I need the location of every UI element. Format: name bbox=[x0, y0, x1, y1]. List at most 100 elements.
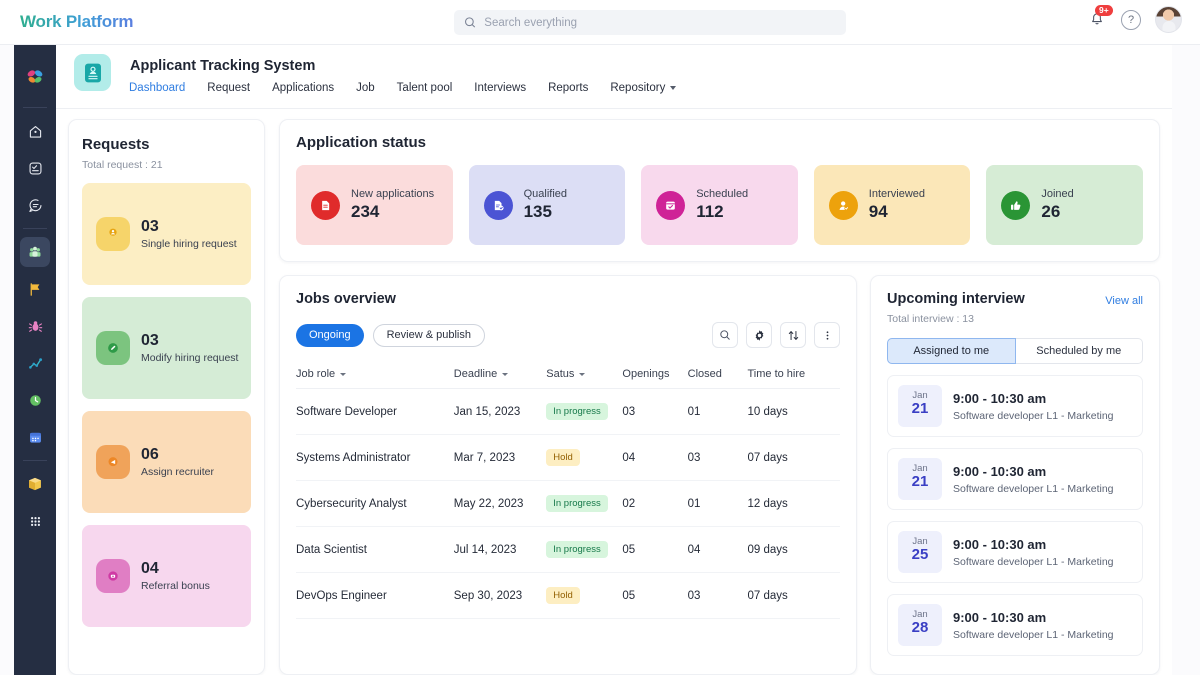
view-all-link[interactable]: View all bbox=[1105, 295, 1143, 307]
request-card-modify-hiring[interactable]: 03 Modify hiring request bbox=[82, 297, 251, 399]
sidebar-item-people[interactable] bbox=[20, 237, 50, 267]
request-count: 04 bbox=[141, 560, 210, 578]
people-icon bbox=[26, 243, 44, 261]
column-status[interactable]: Satus bbox=[546, 360, 622, 389]
segment-assigned-to-me[interactable]: Assigned to me bbox=[887, 338, 1016, 364]
column-deadline[interactable]: Deadline bbox=[454, 360, 546, 389]
interview-day: 25 bbox=[898, 547, 942, 564]
list-item[interactable]: Jan 25 9:00 - 10:30 am Software develope… bbox=[887, 521, 1143, 583]
status-value: 26 bbox=[1041, 202, 1073, 222]
global-search[interactable] bbox=[454, 10, 846, 35]
cell-status: In progress bbox=[546, 527, 622, 573]
status-card-joined[interactable]: Joined 26 bbox=[986, 165, 1143, 245]
sidebar-logo[interactable] bbox=[14, 57, 56, 99]
table-row[interactable]: Data Scientist Jul 14, 2023 In progress … bbox=[296, 527, 840, 573]
gift-icon bbox=[96, 559, 130, 593]
jobs-more-button[interactable] bbox=[814, 322, 840, 348]
tab-dashboard[interactable]: Dashboard bbox=[129, 82, 185, 94]
list-item[interactable]: Jan 21 9:00 - 10:30 am Software develope… bbox=[887, 375, 1143, 437]
tab-reports[interactable]: Reports bbox=[548, 82, 588, 94]
status-value: 135 bbox=[524, 202, 567, 222]
cell-job-role: Software Developer bbox=[296, 389, 454, 435]
search-icon bbox=[719, 329, 731, 341]
sidebar-item-package[interactable] bbox=[20, 469, 50, 499]
tab-interviews[interactable]: Interviews bbox=[474, 82, 526, 94]
status-value: 112 bbox=[696, 202, 748, 222]
upcoming-interview-total: Total interview : 13 bbox=[887, 313, 1143, 325]
request-card-assign-recruiter[interactable]: 06 Assign recruiter bbox=[82, 411, 251, 513]
flag-icon bbox=[27, 281, 44, 298]
help-button[interactable]: ? bbox=[1121, 10, 1141, 30]
user-avatar[interactable] bbox=[1155, 6, 1182, 33]
dashboard-right-column: Application status New applications 234 bbox=[279, 119, 1160, 675]
status-badge: In progress bbox=[546, 541, 608, 558]
status-label: Qualified bbox=[524, 188, 567, 200]
table-row[interactable]: DevOps Engineer Sep 30, 2023 Hold 05 03 … bbox=[296, 573, 840, 619]
request-count: 06 bbox=[141, 446, 214, 464]
interview-date: Jan 28 bbox=[898, 604, 942, 646]
tab-repository[interactable]: Repository bbox=[610, 82, 676, 94]
jobs-settings-button[interactable] bbox=[746, 322, 772, 348]
status-card-qualified[interactable]: Qualified 135 bbox=[469, 165, 626, 245]
status-card-scheduled[interactable]: Scheduled 112 bbox=[641, 165, 798, 245]
sidebar-item-time[interactable] bbox=[20, 385, 50, 415]
jobs-table: Job role Deadline Satus Openings Closed … bbox=[296, 360, 840, 619]
request-card-referral-bonus[interactable]: 04 Referral bonus bbox=[82, 525, 251, 627]
jobs-search-button[interactable] bbox=[712, 322, 738, 348]
jobs-tab-ongoing[interactable]: Ongoing bbox=[296, 324, 364, 347]
segment-scheduled-by-me[interactable]: Scheduled by me bbox=[1016, 338, 1144, 364]
status-card-interviewed[interactable]: Interviewed 94 bbox=[814, 165, 971, 245]
global-sidebar bbox=[14, 45, 56, 675]
sidebar-item-bug[interactable] bbox=[20, 311, 50, 341]
status-badge: Hold bbox=[546, 449, 580, 466]
chevron-down-icon bbox=[670, 86, 676, 90]
cell-status: Hold bbox=[546, 435, 622, 481]
cell-deadline: Jul 14, 2023 bbox=[454, 527, 546, 573]
interview-date: Jan 21 bbox=[898, 385, 942, 427]
column-time-to-hire: Time to hire bbox=[747, 360, 840, 389]
list-item[interactable]: Jan 21 9:00 - 10:30 am Software develope… bbox=[887, 448, 1143, 510]
sidebar-divider-1 bbox=[23, 107, 47, 108]
list-item[interactable]: Jan 28 9:00 - 10:30 am Software develope… bbox=[887, 594, 1143, 656]
tab-applications[interactable]: Applications bbox=[272, 82, 334, 94]
request-label: Modify hiring request bbox=[141, 352, 238, 364]
notifications-button[interactable]: 9+ bbox=[1087, 9, 1107, 31]
table-row[interactable]: Cybersecurity Analyst May 22, 2023 In pr… bbox=[296, 481, 840, 527]
request-card-single-hiring[interactable]: 03 Single hiring request bbox=[82, 183, 251, 285]
search-input[interactable] bbox=[484, 17, 836, 29]
upcoming-interview-panel: Upcoming interview View all Total interv… bbox=[870, 275, 1160, 675]
sidebar-item-tasks[interactable] bbox=[20, 153, 50, 183]
sidebar-item-calendar[interactable] bbox=[20, 422, 50, 452]
status-card-new-applications[interactable]: New applications 234 bbox=[296, 165, 453, 245]
sidebar-item-analytics[interactable] bbox=[20, 348, 50, 378]
cell-status: In progress bbox=[546, 389, 622, 435]
request-label: Assign recruiter bbox=[141, 466, 214, 478]
tab-request[interactable]: Request bbox=[207, 82, 250, 94]
cell-openings: 02 bbox=[622, 481, 687, 527]
app-icon-tile bbox=[74, 54, 111, 91]
tab-talent-pool[interactable]: Talent pool bbox=[397, 82, 453, 94]
column-job-role[interactable]: Job role bbox=[296, 360, 454, 389]
sidebar-item-flag[interactable] bbox=[20, 274, 50, 304]
tab-job[interactable]: Job bbox=[356, 82, 375, 94]
brand-logo[interactable]: Work Platform bbox=[20, 12, 133, 32]
status-label: Interviewed bbox=[869, 188, 925, 200]
cell-closed: 04 bbox=[688, 527, 748, 573]
help-icon: ? bbox=[1128, 14, 1134, 26]
cell-job-role: Data Scientist bbox=[296, 527, 454, 573]
notification-badge: 9+ bbox=[1095, 5, 1113, 17]
document-check-icon bbox=[484, 191, 513, 220]
table-row[interactable]: Software Developer Jan 15, 2023 In progr… bbox=[296, 389, 840, 435]
interview-role: Software developer L1 - Marketing bbox=[953, 410, 1114, 422]
top-bar-actions: 9+ ? bbox=[1087, 6, 1182, 33]
request-count: 03 bbox=[141, 332, 238, 350]
column-openings: Openings bbox=[622, 360, 687, 389]
sidebar-item-apps[interactable] bbox=[20, 506, 50, 536]
sidebar-item-chat[interactable] bbox=[20, 190, 50, 220]
table-row[interactable]: Systems Administrator Mar 7, 2023 Hold 0… bbox=[296, 435, 840, 481]
jobs-sort-button[interactable] bbox=[780, 322, 806, 348]
cell-closed: 01 bbox=[688, 389, 748, 435]
sidebar-item-home[interactable] bbox=[20, 116, 50, 146]
jobs-tab-review-publish[interactable]: Review & publish bbox=[373, 324, 485, 347]
cell-job-role: Systems Administrator bbox=[296, 435, 454, 481]
